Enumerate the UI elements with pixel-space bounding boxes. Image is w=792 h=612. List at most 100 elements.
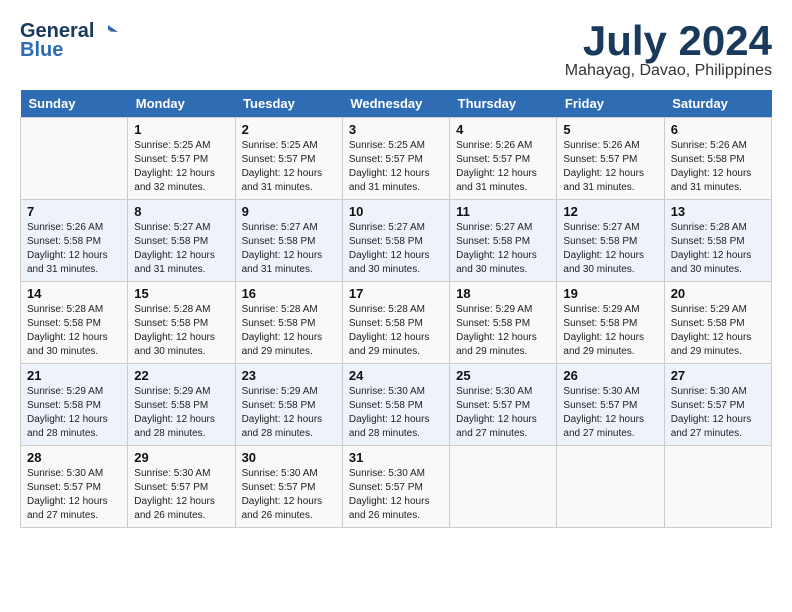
title-section: July 2024 Mahayag, Davao, Philippines xyxy=(565,20,772,80)
location-subtitle: Mahayag, Davao, Philippines xyxy=(565,62,772,80)
day-number: 20 xyxy=(671,286,765,301)
day-number: 22 xyxy=(134,368,228,383)
table-row: 16 Sunrise: 5:28 AM Sunset: 5:58 PM Dayli… xyxy=(235,282,342,364)
table-row: 31Sunrise: 5:30 AM Sunset: 5:57 PM Dayli… xyxy=(342,446,449,528)
day-info: Sunrise: 5:27 AM Sunset: 5:58 PM Dayligh… xyxy=(242,221,336,277)
day-number: 13 xyxy=(671,204,765,219)
day-number: 30 xyxy=(242,450,336,465)
day-number: 10 xyxy=(349,204,443,219)
table-row xyxy=(557,446,664,528)
header-monday: Monday xyxy=(128,90,235,118)
day-info: Sunrise: 5:30 AM Sunset: 5:57 PM Dayligh… xyxy=(456,385,550,441)
header-wednesday: Wednesday xyxy=(342,90,449,118)
day-number: 24 xyxy=(349,368,443,383)
table-row: 7 Sunrise: 5:26 AM Sunset: 5:58 PM Daylig… xyxy=(21,200,128,282)
day-number: 21 xyxy=(27,368,121,383)
day-number: 25 xyxy=(456,368,550,383)
day-number: 1 xyxy=(134,122,228,137)
day-number: 28 xyxy=(27,450,121,465)
day-info: Sunrise: 5:27 AM Sunset: 5:58 PM Dayligh… xyxy=(456,221,550,277)
day-number: 9 xyxy=(242,204,336,219)
calendar-table: Sunday Monday Tuesday Wednesday Thursday… xyxy=(20,90,772,528)
day-info: Sunrise: 5:30 AM Sunset: 5:57 PM Dayligh… xyxy=(349,467,443,523)
table-row: 4 Sunrise: 5:26 AM Sunset: 5:57 PM Daylig… xyxy=(450,118,557,200)
day-info: Sunrise: 5:26 AM Sunset: 5:58 PM Dayligh… xyxy=(27,221,121,277)
day-info: Sunrise: 5:27 AM Sunset: 5:58 PM Dayligh… xyxy=(349,221,443,277)
table-row: 18 Sunrise: 5:29 AM Sunset: 5:58 PM Dayli… xyxy=(450,282,557,364)
table-row: 26Sunrise: 5:30 AM Sunset: 5:57 PM Dayli… xyxy=(557,364,664,446)
table-row: 17 Sunrise: 5:28 AM Sunset: 5:58 PM Dayli… xyxy=(342,282,449,364)
day-number: 15 xyxy=(134,286,228,301)
day-info: Sunrise: 5:26 AM Sunset: 5:57 PM Dayligh… xyxy=(563,139,657,195)
day-number: 14 xyxy=(27,286,121,301)
day-info: Sunrise: 5:25 AM Sunset: 5:57 PM Dayligh… xyxy=(242,139,336,195)
day-number: 16 xyxy=(242,286,336,301)
table-row: 10 Sunrise: 5:27 AM Sunset: 5:58 PM Dayli… xyxy=(342,200,449,282)
day-info: Sunrise: 5:29 AM Sunset: 5:58 PM Dayligh… xyxy=(242,385,336,441)
table-row xyxy=(21,118,128,200)
day-info: Sunrise: 5:28 AM Sunset: 5:58 PM Dayligh… xyxy=(242,303,336,359)
day-number: 17 xyxy=(349,286,443,301)
day-info: Sunrise: 5:30 AM Sunset: 5:57 PM Dayligh… xyxy=(563,385,657,441)
table-row: 9 Sunrise: 5:27 AM Sunset: 5:58 PM Daylig… xyxy=(235,200,342,282)
logo-blue: Blue xyxy=(20,39,63,62)
day-info: Sunrise: 5:30 AM Sunset: 5:58 PM Dayligh… xyxy=(349,385,443,441)
calendar-week-row: 1 Sunrise: 5:25 AM Sunset: 5:57 PM Daylig… xyxy=(21,118,772,200)
table-row xyxy=(450,446,557,528)
table-row: 3 Sunrise: 5:25 AM Sunset: 5:57 PM Daylig… xyxy=(342,118,449,200)
day-number: 27 xyxy=(671,368,765,383)
day-info: Sunrise: 5:25 AM Sunset: 5:57 PM Dayligh… xyxy=(349,139,443,195)
day-info: Sunrise: 5:29 AM Sunset: 5:58 PM Dayligh… xyxy=(456,303,550,359)
day-info: Sunrise: 5:30 AM Sunset: 5:57 PM Dayligh… xyxy=(27,467,121,523)
day-number: 4 xyxy=(456,122,550,137)
day-info: Sunrise: 5:27 AM Sunset: 5:58 PM Dayligh… xyxy=(134,221,228,277)
day-number: 7 xyxy=(27,204,121,219)
day-info: Sunrise: 5:26 AM Sunset: 5:57 PM Dayligh… xyxy=(456,139,550,195)
day-info: Sunrise: 5:30 AM Sunset: 5:57 PM Dayligh… xyxy=(242,467,336,523)
header-tuesday: Tuesday xyxy=(235,90,342,118)
table-row: 11 Sunrise: 5:27 AM Sunset: 5:58 PM Dayli… xyxy=(450,200,557,282)
day-info: Sunrise: 5:28 AM Sunset: 5:58 PM Dayligh… xyxy=(349,303,443,359)
day-info: Sunrise: 5:25 AM Sunset: 5:57 PM Dayligh… xyxy=(134,139,228,195)
header-friday: Friday xyxy=(557,90,664,118)
day-number: 5 xyxy=(563,122,657,137)
day-info: Sunrise: 5:28 AM Sunset: 5:58 PM Dayligh… xyxy=(134,303,228,359)
day-number: 2 xyxy=(242,122,336,137)
header-saturday: Saturday xyxy=(664,90,771,118)
calendar-week-row: 7 Sunrise: 5:26 AM Sunset: 5:58 PM Daylig… xyxy=(21,200,772,282)
calendar-week-row: 14 Sunrise: 5:28 AM Sunset: 5:58 PM Dayli… xyxy=(21,282,772,364)
day-number: 3 xyxy=(349,122,443,137)
logo: General Blue xyxy=(20,20,118,62)
day-info: Sunrise: 5:29 AM Sunset: 5:58 PM Dayligh… xyxy=(134,385,228,441)
calendar-week-row: 28 Sunrise: 5:30 AM Sunset: 5:57 PM Dayli… xyxy=(21,446,772,528)
table-row: 8Sunrise: 5:27 AM Sunset: 5:58 PM Daylig… xyxy=(128,200,235,282)
table-row: 22 Sunrise: 5:29 AM Sunset: 5:58 PM Dayli… xyxy=(128,364,235,446)
day-info: Sunrise: 5:30 AM Sunset: 5:57 PM Dayligh… xyxy=(671,385,765,441)
table-row: 27 Sunrise: 5:30 AM Sunset: 5:57 PM Dayli… xyxy=(664,364,771,446)
page-header: General Blue July 2024 Mahayag, Davao, P… xyxy=(20,20,772,80)
table-row: 25 Sunrise: 5:30 AM Sunset: 5:57 PM Dayli… xyxy=(450,364,557,446)
day-info: Sunrise: 5:29 AM Sunset: 5:58 PM Dayligh… xyxy=(27,385,121,441)
day-number: 12 xyxy=(563,204,657,219)
table-row: 1 Sunrise: 5:25 AM Sunset: 5:57 PM Daylig… xyxy=(128,118,235,200)
table-row: 14 Sunrise: 5:28 AM Sunset: 5:58 PM Dayli… xyxy=(21,282,128,364)
table-row: 12 Sunrise: 5:27 AM Sunset: 5:58 PM Dayli… xyxy=(557,200,664,282)
month-title: July 2024 xyxy=(565,20,772,62)
day-info: Sunrise: 5:30 AM Sunset: 5:57 PM Dayligh… xyxy=(134,467,228,523)
table-row: 23 Sunrise: 5:29 AM Sunset: 5:58 PM Dayli… xyxy=(235,364,342,446)
header-thursday: Thursday xyxy=(450,90,557,118)
day-number: 18 xyxy=(456,286,550,301)
day-info: Sunrise: 5:28 AM Sunset: 5:58 PM Dayligh… xyxy=(27,303,121,359)
day-number: 29 xyxy=(134,450,228,465)
table-row: 21 Sunrise: 5:29 AM Sunset: 5:58 PM Dayli… xyxy=(21,364,128,446)
table-row: 28 Sunrise: 5:30 AM Sunset: 5:57 PM Dayli… xyxy=(21,446,128,528)
table-row: 20 Sunrise: 5:29 AM Sunset: 5:58 PM Dayli… xyxy=(664,282,771,364)
header-sunday: Sunday xyxy=(21,90,128,118)
day-info: Sunrise: 5:27 AM Sunset: 5:58 PM Dayligh… xyxy=(563,221,657,277)
day-info: Sunrise: 5:29 AM Sunset: 5:58 PM Dayligh… xyxy=(671,303,765,359)
calendar-week-row: 21 Sunrise: 5:29 AM Sunset: 5:58 PM Dayli… xyxy=(21,364,772,446)
day-info: Sunrise: 5:26 AM Sunset: 5:58 PM Dayligh… xyxy=(671,139,765,195)
day-info: Sunrise: 5:29 AM Sunset: 5:58 PM Dayligh… xyxy=(563,303,657,359)
day-number: 23 xyxy=(242,368,336,383)
day-number: 11 xyxy=(456,204,550,219)
